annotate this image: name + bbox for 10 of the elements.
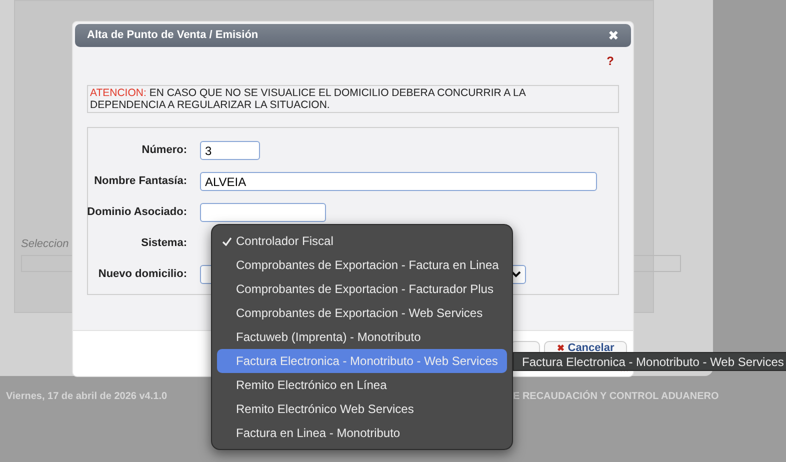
notice-text: ATENCION: EN CASO QUE NO SE VISUALICE EL DOMICILIO DEBERA CONCURRIR A LA DEPENDENCIA A REGULARIZAR LA SITUACION. <box>90 87 527 111</box>
field-label: Número: <box>142 143 187 158</box>
dialog-title: Alta de Punto de Venta / Emisión <box>87 28 258 44</box>
field-label: Dominio Asociado: <box>87 205 187 220</box>
tooltip: Factura Electronica - Monotributo - Web Services <box>513 352 786 371</box>
field-label: Sistema: <box>141 236 187 252</box>
footer-date: Viernes, 17 de abril de 2026 v4.1.0 <box>6 390 168 404</box>
hint-text: Seleccion <box>21 237 69 252</box>
field-label: Nombre Fantasía: <box>94 174 187 190</box>
field-label: Nuevo domicilio: <box>98 267 187 282</box>
